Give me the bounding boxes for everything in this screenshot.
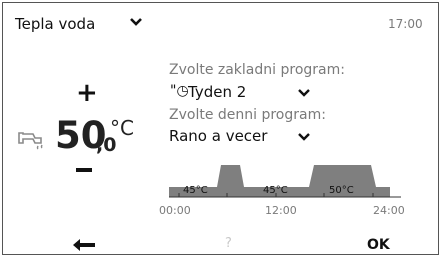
chevron-down-icon[interactable] [297,86,311,100]
segment-label: 45°C [183,185,208,196]
mode-label: Tepla voda [15,15,96,33]
segment-label: 45°C [263,185,288,196]
chevron-down-icon[interactable] [128,14,144,30]
tick-label: 12:00 [265,204,297,217]
base-program-label: Zvolte zakladni program: [169,62,345,78]
screen-frame: Tepla voda 17:00 + 50 ,0 °C Zvolte zakla… [2,2,439,255]
mode-select[interactable]: Tepla voda [15,15,95,33]
day-program-label: Zvolte denni program: [169,107,326,123]
ok-button[interactable]: OK [367,237,390,253]
segment-label: 50°C [329,185,354,196]
tick-label: 24:00 [373,204,405,217]
daily-schedule-chart: 45°C 45°C 50°C [169,165,401,198]
clock: 17:00 [388,17,423,31]
decrease-button[interactable] [76,168,92,172]
temperature-unit: °C [110,116,134,140]
help-button[interactable]: ? [225,236,232,251]
back-arrow-icon[interactable] [73,238,97,252]
week-clock-icon: "◷ [170,83,189,99]
tap-icon [18,132,43,150]
tick-label: 00:00 [159,204,191,217]
day-program-select[interactable]: Rano a vecer [169,127,267,145]
chevron-down-icon[interactable] [297,130,311,144]
increase-button[interactable]: + [76,80,98,106]
base-program-select[interactable]: Tyden 2 [188,83,246,101]
